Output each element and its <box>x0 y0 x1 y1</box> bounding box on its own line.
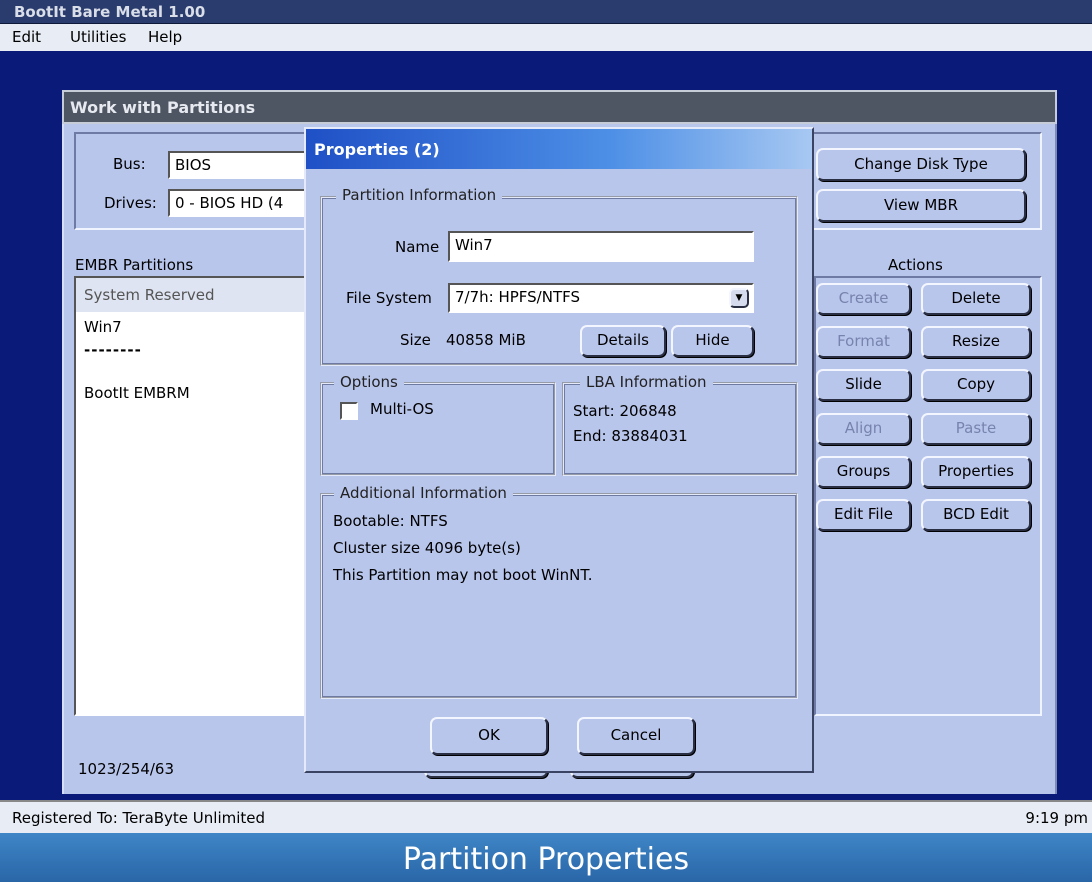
app-titlebar: BootIt Bare Metal 1.00 <box>0 0 1092 24</box>
cancel-button[interactable]: Cancel <box>577 717 695 755</box>
app-title: BootIt Bare Metal 1.00 <box>14 3 206 21</box>
partition-item[interactable]: BootIt EMBRM <box>84 384 190 402</box>
multi-os-checkbox[interactable] <box>340 402 358 420</box>
menu-help[interactable]: Help <box>148 28 182 46</box>
menubar: Edit Utilities Help <box>0 24 1092 51</box>
partition-item[interactable]: System Reserved <box>84 286 215 304</box>
file-system-label: File System <box>346 289 432 307</box>
size-value: 40858 MiB <box>446 331 526 349</box>
edit-file-button[interactable]: Edit File <box>816 499 911 531</box>
bcd-edit-button[interactable]: BCD Edit <box>921 499 1031 531</box>
paste-button[interactable]: Paste <box>921 413 1031 445</box>
menu-utilities[interactable]: Utilities <box>70 28 126 46</box>
partition-item[interactable]: Win7 <box>84 318 122 336</box>
caption-banner: Partition Properties <box>0 833 1092 882</box>
partition-info-label: Partition Information <box>336 186 503 204</box>
clock: 9:19 pm <box>1025 809 1088 827</box>
actions-label: Actions <box>888 256 943 274</box>
partitions-label: EMBR Partitions <box>75 256 194 274</box>
partitions-list[interactable]: System Reserved Win7 -------- BootIt EMB… <box>74 276 310 716</box>
align-button[interactable]: Align <box>816 413 911 445</box>
additional-line: Bootable: NTFS <box>333 512 448 530</box>
file-system-select[interactable]: 7/7h: HPFS/NTFS <box>448 283 754 313</box>
resize-button[interactable]: Resize <box>921 326 1031 358</box>
bus-select[interactable]: BIOS <box>168 151 308 179</box>
lba-start: Start: 206848 <box>573 402 677 420</box>
create-button[interactable]: Create <box>816 283 911 315</box>
additional-line: This Partition may not boot WinNT. <box>333 566 593 584</box>
lba-end: End: 83884031 <box>573 427 688 445</box>
drives-label: Drives: <box>104 194 157 212</box>
drives-select[interactable]: 0 - BIOS HD (4 <box>168 189 308 217</box>
chevron-down-icon[interactable]: ▼ <box>729 288 749 308</box>
copy-button[interactable]: Copy <box>921 369 1031 401</box>
dialog-title: Properties (2) <box>314 140 440 159</box>
bus-label: Bus: <box>113 155 146 173</box>
groups-button[interactable]: Groups <box>816 456 911 488</box>
caption-text: Partition Properties <box>402 842 690 877</box>
format-button[interactable]: Format <box>816 326 911 358</box>
properties-button[interactable]: Properties <box>921 456 1031 488</box>
additional-line: Cluster size 4096 byte(s) <box>333 539 521 557</box>
hide-button[interactable]: Hide <box>671 325 754 357</box>
name-input[interactable]: Win7 <box>448 231 754 262</box>
slide-button[interactable]: Slide <box>816 369 911 401</box>
dialog-titlebar: Properties (2) <box>306 129 812 169</box>
main-window-titlebar: Work with Partitions <box>62 90 1057 124</box>
change-disk-type-button[interactable]: Change Disk Type <box>816 148 1026 181</box>
registered-to: Registered To: TeraByte Unlimited <box>12 809 266 827</box>
options-group <box>320 382 556 476</box>
options-label: Options <box>334 373 404 391</box>
lba-info-label: LBA Information <box>580 373 713 391</box>
view-mbr-button[interactable]: View MBR <box>816 189 1026 222</box>
details-button[interactable]: Details <box>580 325 666 357</box>
status-bar: Registered To: TeraByte Unlimited 9:19 p… <box>0 800 1092 833</box>
delete-button[interactable]: Delete <box>921 283 1031 315</box>
name-label: Name <box>395 238 440 256</box>
additional-info-label: Additional Information <box>334 484 513 502</box>
ok-button[interactable]: OK <box>430 717 548 755</box>
main-window-title: Work with Partitions <box>70 98 256 117</box>
menu-edit[interactable]: Edit <box>12 28 41 46</box>
size-label: Size <box>400 331 431 349</box>
disk-geometry: 1023/254/63 <box>78 760 174 778</box>
partition-item: -------- <box>84 341 142 359</box>
multi-os-label[interactable]: Multi-OS <box>370 400 434 418</box>
